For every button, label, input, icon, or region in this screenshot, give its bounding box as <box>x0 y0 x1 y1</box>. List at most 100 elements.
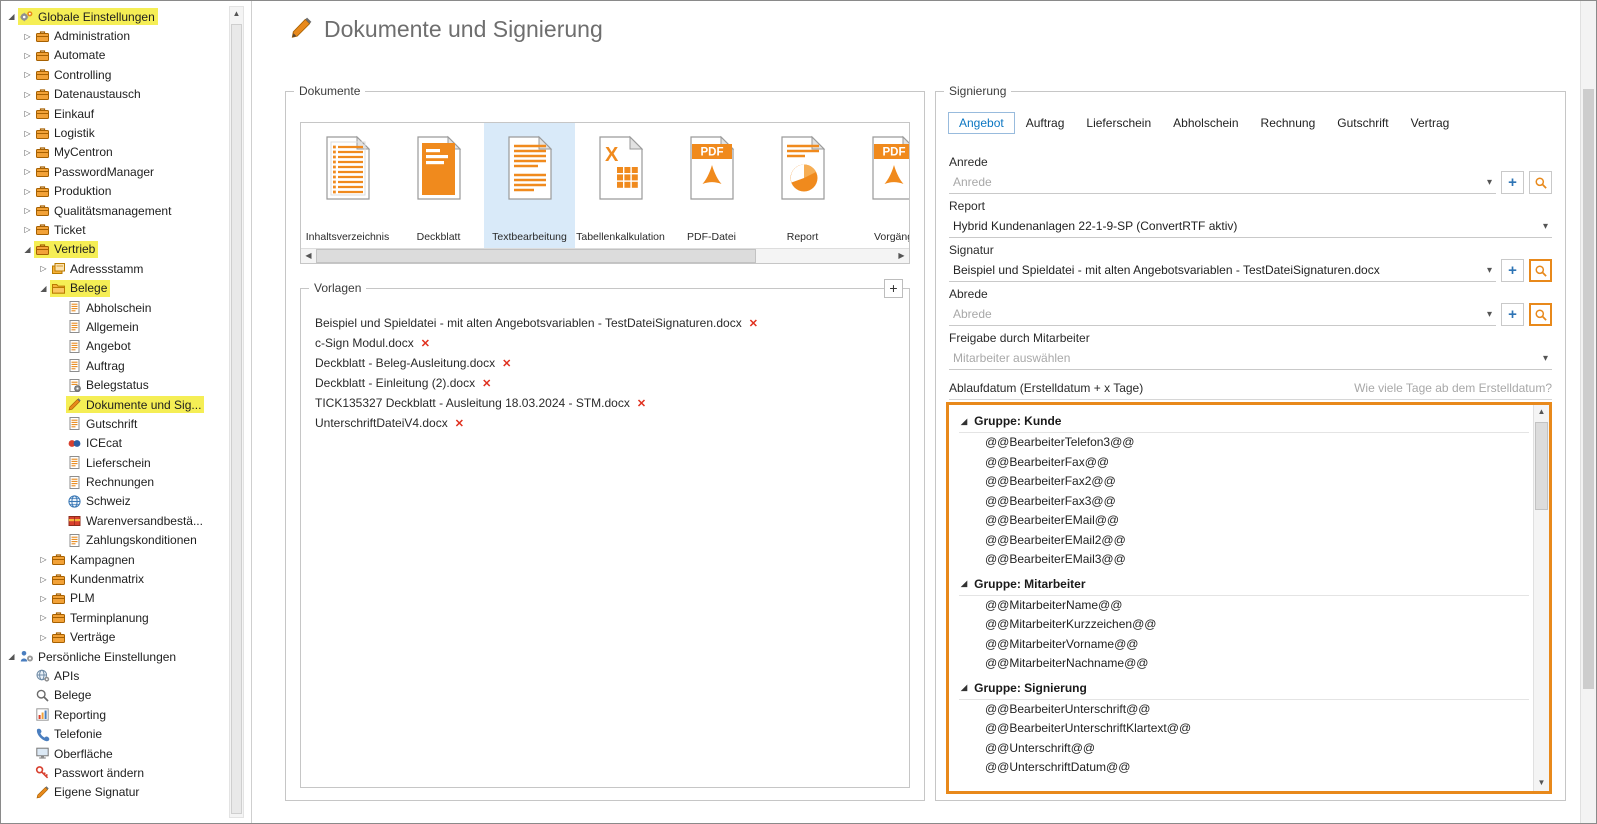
tree-item-controlling[interactable]: ▷Controlling <box>1 65 225 84</box>
scroll-right-icon[interactable]: ▶ <box>894 249 909 263</box>
tree-item-automate[interactable]: ▷Automate <box>1 46 225 65</box>
tree-item-administration[interactable]: ▷Administration <box>1 26 225 45</box>
tree-item-adressstamm[interactable]: ▷Adressstamm <box>1 259 225 278</box>
tree-item-passwort-aendern[interactable]: Passwort ändern <box>1 763 225 782</box>
tab-lieferschein[interactable]: Lieferschein <box>1075 112 1162 134</box>
doc-type-pdf-datei[interactable]: PDFPDF-Datei <box>666 123 757 248</box>
template-file-row[interactable]: UnterschriftDateiV4.docx✕ <box>315 413 899 433</box>
expand-arrow-icon[interactable]: ▷ <box>37 555 50 564</box>
tree-item-vertrieb[interactable]: ◢Vertrieb <box>1 240 225 259</box>
variables-scrollbar[interactable]: ▲ ▼ <box>1533 405 1549 791</box>
expand-arrow-icon[interactable]: ▷ <box>21 51 34 60</box>
signatur-add-button[interactable]: + <box>1501 259 1524 282</box>
tab-abholschein[interactable]: Abholschein <box>1162 112 1249 134</box>
signatur-combobox[interactable]: Beispiel und Spieldatei - mit alten Ange… <box>949 259 1496 282</box>
sidebar-scrollbar[interactable]: ▲ <box>229 6 244 818</box>
scrollbar-thumb[interactable] <box>1583 89 1594 689</box>
report-combobox[interactable]: Hybrid Kundenanlagen 22-1-9-SP (ConvertR… <box>949 215 1552 238</box>
tab-gutschrift[interactable]: Gutschrift <box>1326 112 1399 134</box>
variable-group-header[interactable]: ◢Gruppe: Signierung <box>959 674 1529 700</box>
expand-arrow-icon[interactable]: ▷ <box>21 167 34 176</box>
anrede-combobox[interactable]: Anrede▾ <box>949 171 1496 194</box>
doc-type-tabellenkalkulation[interactable]: XTabellenkalkulation <box>575 123 666 248</box>
collapse-arrow-icon[interactable]: ◢ <box>5 12 18 21</box>
variable-group-header[interactable]: ◢Gruppe: Mitarbeiter <box>959 570 1529 596</box>
scrollbar-track[interactable] <box>756 249 894 263</box>
template-file-row[interactable]: TICK135327 Deckblatt - Ausleitung 18.03.… <box>315 393 899 413</box>
tab-vertrag[interactable]: Vertrag <box>1400 112 1461 134</box>
scrollbar-thumb[interactable] <box>1535 422 1548 510</box>
tab-angebot[interactable]: Angebot <box>948 112 1015 134</box>
template-file-row[interactable]: Beispiel und Spieldatei - mit alten Ange… <box>315 313 899 333</box>
variable-item[interactable]: @@BearbeiterFax3@@ <box>959 492 1529 512</box>
delete-file-icon[interactable]: ✕ <box>749 317 758 330</box>
expand-arrow-icon[interactable]: ▷ <box>21 109 34 118</box>
variable-item[interactable]: @@BearbeiterUnterschriftKlartext@@ <box>959 719 1529 739</box>
variable-item[interactable]: @@BearbeiterEMail3@@ <box>959 550 1529 570</box>
anrede-add-button[interactable]: + <box>1501 171 1524 194</box>
variable-item[interactable]: @@MitarbeiterVorname@@ <box>959 635 1529 655</box>
collapse-arrow-icon[interactable]: ◢ <box>961 683 967 692</box>
scrollbar-thumb[interactable] <box>316 249 756 263</box>
delete-file-icon[interactable]: ✕ <box>637 397 646 410</box>
tree-item-produktion[interactable]: ▷Produktion <box>1 182 225 201</box>
tree-item-dokumente-und-sig[interactable]: Dokumente und Sig... <box>1 395 225 414</box>
abrede-combobox[interactable]: Abrede▾ <box>949 303 1496 326</box>
variable-item[interactable]: @@UnterschriftDatum@@ <box>959 758 1529 778</box>
ablaufdatum-erstelldatum-x-tage-input[interactable]: Wie viele Tage ab dem Erstelldatum? <box>1354 381 1552 395</box>
window-scrollbar[interactable] <box>1580 1 1596 823</box>
collapse-arrow-icon[interactable]: ◢ <box>21 245 34 254</box>
tree-item-belege[interactable]: Belege <box>1 686 225 705</box>
tree-item-globale-einstellungen[interactable]: ◢Globale Einstellungen <box>1 7 225 26</box>
tree-item-icecat[interactable]: ICEcat <box>1 434 225 453</box>
scroll-down-icon[interactable]: ▼ <box>1534 776 1549 791</box>
expand-arrow-icon[interactable]: ▷ <box>21 206 34 215</box>
tree-item-kampagnen[interactable]: ▷Kampagnen <box>1 550 225 569</box>
variable-item[interactable]: @@BearbeiterTelefon3@@ <box>959 433 1529 453</box>
tree-item-telefonie[interactable]: Telefonie <box>1 724 225 743</box>
expand-arrow-icon[interactable]: ▷ <box>37 594 50 603</box>
tree-item-lieferschein[interactable]: Lieferschein <box>1 453 225 472</box>
variable-item[interactable]: @@BearbeiterFax@@ <box>959 453 1529 473</box>
variable-item[interactable]: @@BearbeiterFax2@@ <box>959 472 1529 492</box>
expand-arrow-icon[interactable]: ▷ <box>21 187 34 196</box>
tree-item-qualitaetsmanagement[interactable]: ▷Qualitätsmanagement <box>1 201 225 220</box>
template-file-row[interactable]: c-Sign Modul.docx✕ <box>315 333 899 353</box>
expand-arrow-icon[interactable]: ▷ <box>37 575 50 584</box>
tree-item-belegstatus[interactable]: Belegstatus <box>1 375 225 394</box>
tree-item-logistik[interactable]: ▷Logistik <box>1 123 225 142</box>
variable-item[interactable]: @@MitarbeiterNachname@@ <box>959 654 1529 674</box>
freigabe-durch-mitarbeiter-combobox[interactable]: Mitarbeiter auswählen▾ <box>949 347 1552 370</box>
tree-item-persoenliche-einstellungen[interactable]: ◢Persönliche Einstellungen <box>1 647 225 666</box>
types-horizontal-scrollbar[interactable]: ◀ ▶ <box>301 248 909 263</box>
delete-file-icon[interactable]: ✕ <box>421 337 430 350</box>
expand-arrow-icon[interactable]: ▷ <box>21 70 34 79</box>
doc-type-inhaltsverzeichnis[interactable]: Inhaltsverzeichnis <box>302 123 393 248</box>
abrede-add-button[interactable]: + <box>1501 303 1524 326</box>
template-file-row[interactable]: Deckblatt - Einleitung (2).docx✕ <box>315 373 899 393</box>
scroll-up-icon[interactable]: ▲ <box>1534 405 1549 420</box>
variable-item[interactable]: @@MitarbeiterName@@ <box>959 596 1529 616</box>
expand-arrow-icon[interactable]: ▷ <box>21 129 34 138</box>
expand-arrow-icon[interactable]: ▷ <box>21 225 34 234</box>
tree-item-angebot[interactable]: Angebot <box>1 337 225 356</box>
tab-rechnung[interactable]: Rechnung <box>1250 112 1327 134</box>
scroll-up-icon[interactable]: ▲ <box>230 7 243 22</box>
tab-auftrag[interactable]: Auftrag <box>1015 112 1076 134</box>
scrollbar-thumb[interactable] <box>231 24 242 814</box>
tree-item-abholschein[interactable]: Abholschein <box>1 298 225 317</box>
tree-item-warenversandbestae[interactable]: Warenversandbestä... <box>1 511 225 530</box>
add-template-button[interactable]: + <box>884 279 903 298</box>
anrede-search-button[interactable] <box>1529 171 1552 194</box>
delete-file-icon[interactable]: ✕ <box>455 417 464 430</box>
tree-item-ticket[interactable]: ▷Ticket <box>1 220 225 239</box>
tree-item-schweiz[interactable]: Schweiz <box>1 492 225 511</box>
expand-arrow-icon[interactable]: ▷ <box>21 90 34 99</box>
tree-item-kundenmatrix[interactable]: ▷Kundenmatrix <box>1 569 225 588</box>
signatur-search-button[interactable] <box>1529 259 1552 282</box>
variable-item[interactable]: @@BearbeiterEMail2@@ <box>959 531 1529 551</box>
tree-item-eigene-signatur[interactable]: Eigene Signatur <box>1 783 225 802</box>
tree-item-passwordmanager[interactable]: ▷PasswordManager <box>1 162 225 181</box>
template-file-row[interactable]: Deckblatt - Beleg-Ausleitung.docx✕ <box>315 353 899 373</box>
collapse-arrow-icon[interactable]: ◢ <box>961 417 967 426</box>
